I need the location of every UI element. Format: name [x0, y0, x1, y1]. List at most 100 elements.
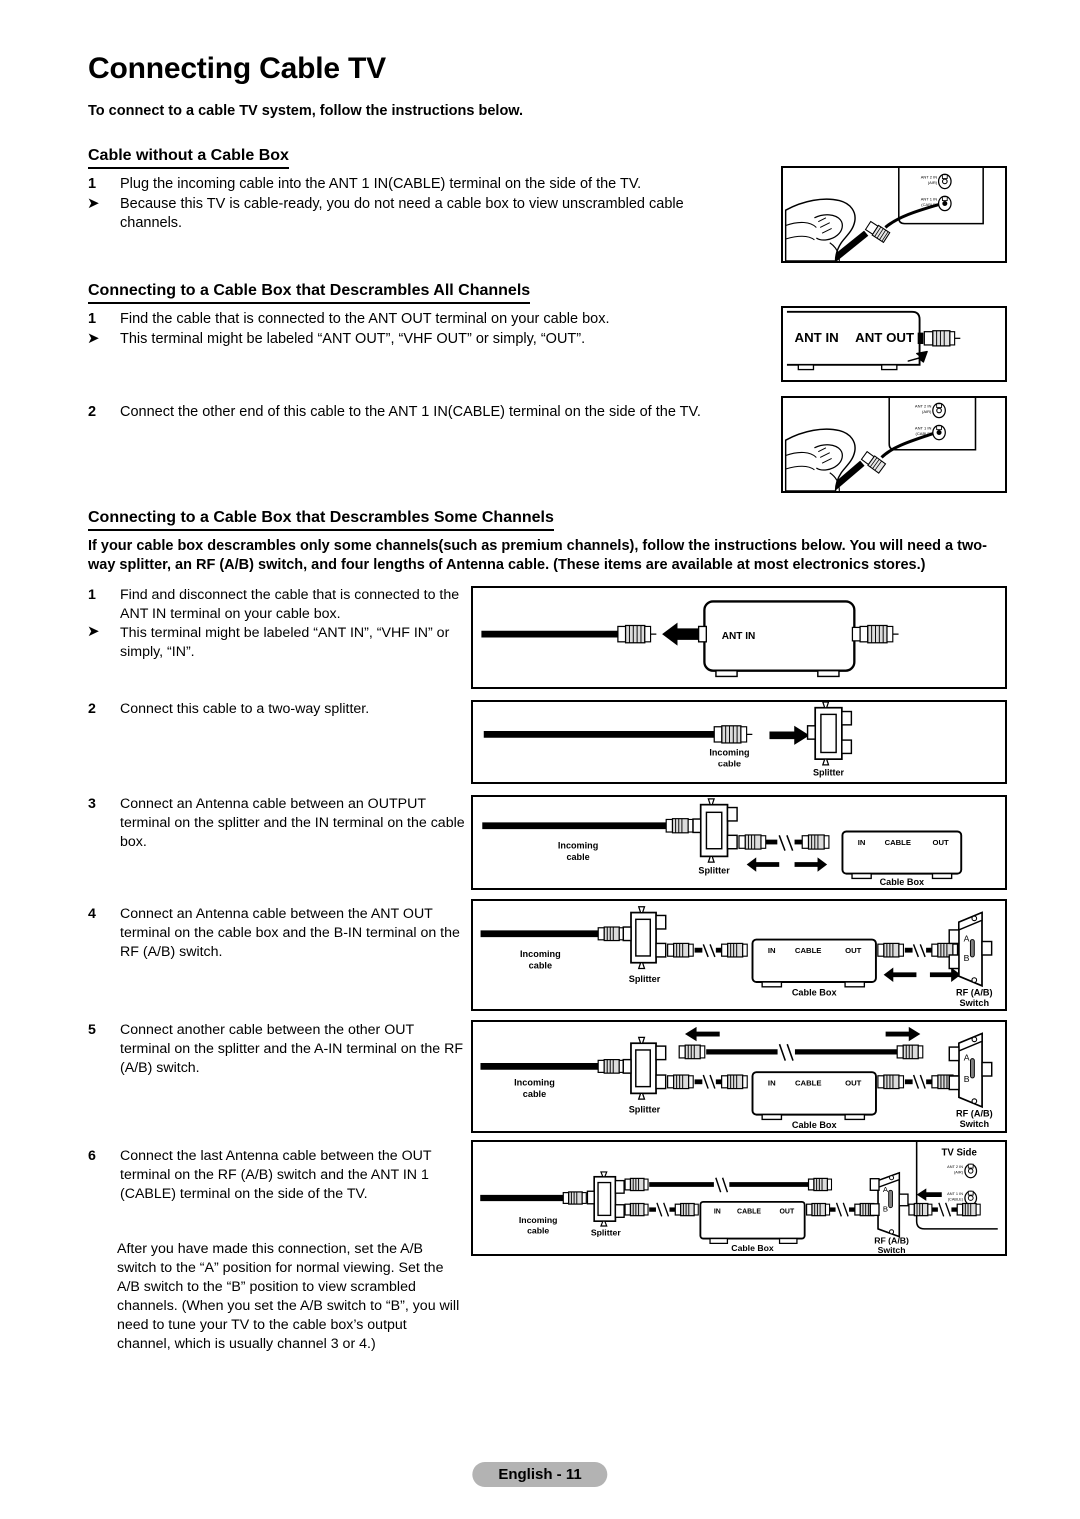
step-number: 1	[88, 587, 96, 603]
section-3-step-3: 3 Connect an Antenna cable between an OU…	[88, 795, 468, 852]
step-text: Connect an Antenna cable between the ANT…	[120, 906, 460, 960]
svg-text:(AIR): (AIR)	[922, 409, 932, 414]
step1-diagram: ANT IN	[481, 600, 899, 678]
step-text: Connect another cable between the other …	[120, 1022, 464, 1076]
section-3-step-2: 2 Connect this cable to a two-way splitt…	[88, 700, 468, 719]
note-arrow-icon: ➤	[87, 623, 100, 640]
coax-connector-icon	[807, 1177, 833, 1192]
section-2-heading: Connecting to a Cable Box that Descrambl…	[88, 282, 531, 304]
box-in-label: IN	[858, 838, 866, 847]
svg-text:Cable Box: Cable Box	[792, 1120, 838, 1130]
incoming-label-line1: Incoming	[709, 747, 749, 757]
coax-connector-icon	[721, 1074, 748, 1090]
svg-text:Cable Box: Cable Box	[731, 1243, 774, 1253]
svg-text:ANT 1 IN: ANT 1 IN	[947, 1192, 963, 1196]
svg-text:cable: cable	[566, 852, 589, 862]
cable-box-ant-out-diagram: ANT IN ANT OUT	[786, 310, 961, 371]
step-number: 5	[88, 1022, 96, 1038]
coax-connector-icon	[877, 942, 904, 958]
step3-diagram: Incoming cable Splitter IN CABLE OUT Cab…	[482, 798, 963, 887]
svg-text:B: B	[883, 1205, 888, 1214]
section-2-step-1: 1 Find the cable that is connected to th…	[88, 310, 748, 329]
coax-connector-icon	[864, 220, 891, 244]
step-number: 6	[88, 1148, 96, 1164]
step-text: Connect this cable to a two-way splitter…	[120, 701, 370, 717]
svg-text:Incoming: Incoming	[558, 841, 598, 851]
right-arrow-icon	[769, 725, 810, 745]
svg-text:IN: IN	[714, 1208, 721, 1215]
note-text: Because this TV is cable-ready, you do n…	[120, 196, 684, 231]
tv-side-panel-diagram: ANT 2 IN (AIR) ANT 1 IN (CABLE)	[784, 168, 984, 261]
svg-text:CABLE: CABLE	[737, 1208, 761, 1215]
svg-text:Switch: Switch	[878, 1245, 906, 1254]
coax-connector-icon	[624, 1202, 649, 1217]
left-arrow-icon	[883, 967, 917, 982]
section-3-heading: Connecting to a Cable Box that Descrambl…	[88, 509, 554, 531]
figure-step1-ant-in: ANT IN	[471, 586, 1007, 689]
note-text: This terminal might be labeled “ANT OUT”…	[120, 331, 586, 347]
svg-text:Splitter: Splitter	[629, 1105, 661, 1115]
rf-switch-label-2: Switch	[960, 998, 990, 1008]
splitter-icon	[622, 906, 667, 970]
step-number: 2	[88, 701, 96, 717]
splitter-icon	[622, 1036, 667, 1100]
coax-connector-icon	[801, 834, 830, 850]
right-arrow-icon	[885, 1026, 921, 1042]
svg-text:Incoming: Incoming	[519, 1215, 558, 1225]
rf-switch-label-1: RF (A/B)	[956, 988, 993, 998]
coax-connector-icon	[923, 330, 961, 347]
section-3-paragraph: If your cable box descrambles only some …	[88, 538, 987, 573]
section-3-step-5: 5 Connect another cable between the othe…	[88, 1021, 468, 1078]
svg-text:IN: IN	[768, 946, 776, 955]
coax-connector-icon	[667, 1074, 694, 1090]
ant-in-label: ANT IN	[795, 330, 839, 345]
svg-text:OUT: OUT	[780, 1208, 795, 1215]
svg-text:ANT 1 IN: ANT 1 IN	[915, 426, 932, 431]
svg-text:cable: cable	[529, 961, 552, 971]
left-arrow-icon	[684, 1026, 720, 1042]
figure-tv-side-panel-2: ANT 2 IN (AIR) ANT 1 IN (CABLE)	[781, 396, 1007, 493]
step6-diagram: Incoming cable Splitter IN CABLE OUT Cab…	[480, 1142, 998, 1254]
svg-text:(CABLE): (CABLE)	[948, 1197, 964, 1201]
rf-ab-switch-icon: A B	[948, 1032, 993, 1109]
step-text: Connect the last Antenna cable between t…	[120, 1148, 432, 1202]
svg-text:Incoming: Incoming	[520, 949, 561, 959]
section-1-note-1: ➤ Because this TV is cable-ready, you do…	[87, 195, 728, 233]
coax-connector-icon	[597, 926, 625, 942]
coax-connector-icon	[713, 725, 753, 744]
svg-text:cable: cable	[527, 1226, 549, 1236]
coax-connector-icon	[562, 1191, 587, 1205]
coax-connector-icon	[896, 1044, 924, 1060]
coax-connector-icon	[877, 1074, 905, 1090]
step2-diagram: Incoming cable Splitter	[483, 702, 853, 777]
svg-text:CABLE: CABLE	[795, 1079, 822, 1088]
coax-connector-icon	[956, 1202, 981, 1217]
step-number: 2	[88, 404, 97, 420]
rf-ab-switch-icon: A B	[869, 1171, 909, 1238]
svg-text:B: B	[964, 1074, 970, 1084]
step4-diagram: Incoming cable Splitter IN CABLE OUT Cab…	[480, 906, 993, 1008]
section-3-step-4: 4 Connect an Antenna cable between the A…	[88, 905, 468, 962]
ant-in-label: ANT IN	[722, 631, 756, 642]
note-arrow-icon: ➤	[87, 195, 100, 212]
switch-a-label: A	[964, 934, 970, 944]
step-text: Connect the other end of this cable to t…	[120, 404, 701, 420]
step-text: Find and disconnect the cable that is co…	[120, 587, 460, 622]
coax-connector-icon	[805, 1202, 831, 1217]
coax-connector-icon	[665, 818, 694, 834]
svg-text:RF (A/B): RF (A/B)	[956, 1109, 993, 1119]
box-out-label: OUT	[932, 838, 948, 847]
figure-step5-second-cable: Incoming cable Splitter IN CABLE OUT Cab…	[471, 1020, 1007, 1133]
svg-text:Switch: Switch	[960, 1119, 990, 1129]
step5-diagram: Incoming cable Splitter IN CABLE OUT Cab…	[480, 1026, 993, 1130]
page-footer-label: English - 11	[472, 1462, 608, 1487]
coax-connector-icon	[617, 624, 657, 644]
figure-step4-rf-switch: Incoming cable Splitter IN CABLE OUT Cab…	[471, 899, 1007, 1011]
svg-text:CABLE: CABLE	[795, 946, 822, 955]
splitter-icon	[586, 1171, 625, 1227]
cable-box-label: Cable Box	[880, 877, 924, 887]
ant2in-label: ANT 2 IN	[921, 175, 938, 180]
svg-text:OUT: OUT	[845, 1079, 862, 1088]
figure-step3-cable-box: Incoming cable Splitter IN CABLE OUT Cab…	[471, 795, 1007, 890]
coax-connector-icon	[860, 450, 887, 474]
